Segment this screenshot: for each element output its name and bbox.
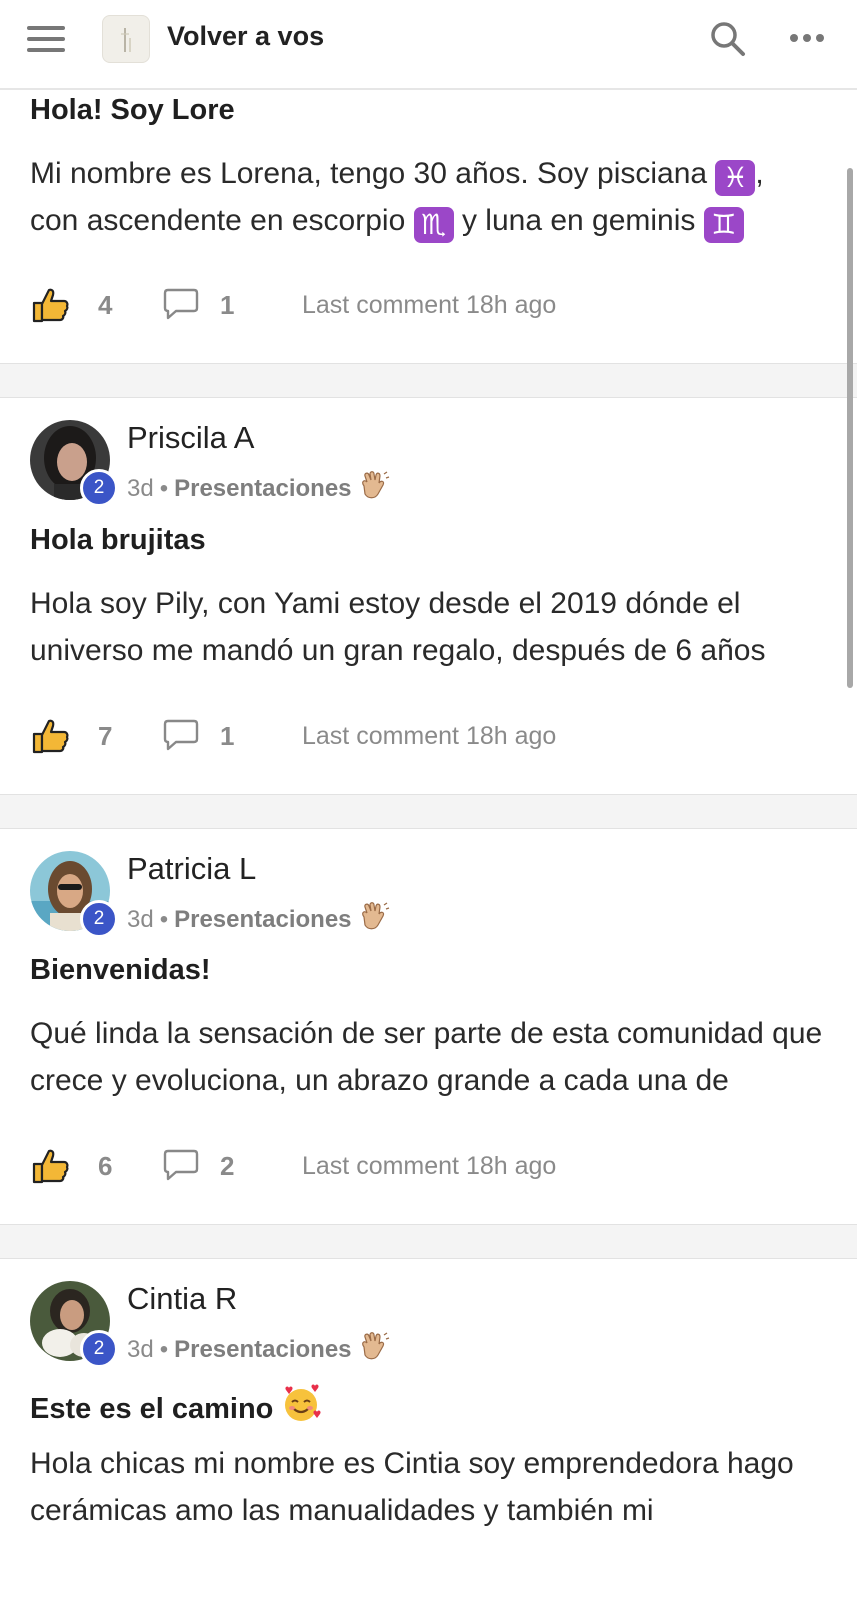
post-body-text: con ascendente en escorpio bbox=[30, 204, 414, 237]
post-title[interactable]: Bienvenidas! bbox=[30, 954, 211, 987]
last-comment-link[interactable]: Last comment 18h ago bbox=[302, 1152, 556, 1181]
comment-count: 1 bbox=[220, 290, 235, 320]
like-count: 4 bbox=[98, 290, 113, 320]
comment-count: 1 bbox=[220, 721, 235, 751]
post-card[interactable]: 2 Cintia R 3d • Presentaciones Este es el … bbox=[0, 1259, 857, 1600]
like-icon[interactable] bbox=[30, 285, 70, 325]
gemini-emoji-icon: ♊ bbox=[703, 207, 744, 243]
waving-hand-icon bbox=[358, 901, 390, 938]
level-badge: 2 bbox=[80, 469, 118, 507]
post-body-text: Mi nombre es Lorena, tengo 30 años. Soy … bbox=[30, 157, 716, 190]
post-body[interactable]: Hola chicas mi nombre es Cintia soy empr… bbox=[30, 1440, 840, 1534]
post-title[interactable]: Hola brujitas bbox=[30, 524, 206, 557]
post-actions: 6 2 Last comment 18h ago bbox=[0, 1146, 857, 1194]
author-avatar[interactable]: 2 bbox=[30, 420, 118, 507]
post-time: 3d bbox=[127, 475, 154, 502]
meta-separator: • bbox=[159, 475, 169, 502]
post-time: 3d bbox=[127, 1336, 154, 1363]
post-meta: 3d • Presentaciones bbox=[127, 470, 390, 507]
like-count: 6 bbox=[98, 1151, 113, 1181]
post-actions: 4 1 Last comment 18h ago bbox=[0, 285, 857, 333]
author-name[interactable]: Priscila A bbox=[127, 420, 254, 456]
pisces-emoji-icon: ♓ bbox=[715, 160, 756, 196]
meta-separator: • bbox=[159, 1336, 169, 1363]
last-comment-link[interactable]: Last comment 18h ago bbox=[302, 722, 556, 751]
author-avatar[interactable]: 2 bbox=[30, 851, 118, 938]
meta-separator: • bbox=[159, 906, 169, 933]
post-card[interactable]: 2 Priscila A 3d • Presentaciones Hola bruj… bbox=[0, 398, 857, 794]
like-count: 7 bbox=[98, 721, 113, 751]
comment-count: 2 bbox=[220, 1151, 235, 1181]
post-card[interactable]: Hola! Soy Lore Mi nombre es Lorena, teng… bbox=[0, 90, 857, 363]
post-body-text: y luna en geminis bbox=[453, 204, 704, 237]
waving-hand-icon bbox=[358, 470, 390, 507]
community-logo[interactable] bbox=[102, 15, 150, 63]
more-options-icon[interactable] bbox=[790, 34, 826, 44]
wand-logo-icon bbox=[121, 28, 131, 52]
comment-icon[interactable] bbox=[162, 287, 200, 321]
waving-hand-icon bbox=[358, 1331, 390, 1368]
post-card[interactable]: 2 Patricia L 3d • Presentaciones Bienvenid… bbox=[0, 829, 857, 1224]
post-body[interactable]: Qué linda la sensación de ser parte de e… bbox=[30, 1010, 840, 1104]
level-badge: 2 bbox=[80, 1330, 118, 1368]
scorpio-emoji-icon: ♏ bbox=[413, 207, 454, 243]
post-body[interactable]: Hola soy Pily, con Yami estoy desde el 2… bbox=[30, 580, 840, 674]
author-avatar[interactable]: 2 bbox=[30, 1281, 118, 1368]
post-separator bbox=[0, 1224, 857, 1259]
comment-icon[interactable] bbox=[162, 718, 200, 752]
post-title[interactable]: Hola! Soy Lore bbox=[30, 94, 235, 127]
last-comment-link[interactable]: Last comment 18h ago bbox=[302, 291, 556, 320]
post-body[interactable]: Mi nombre es Lorena, tengo 30 años. Soy … bbox=[30, 150, 840, 244]
community-title[interactable]: Volver a vos bbox=[167, 21, 324, 52]
space-link[interactable]: Presentaciones bbox=[174, 906, 351, 933]
search-icon[interactable] bbox=[708, 19, 748, 59]
post-title[interactable]: Este es el camino bbox=[30, 1384, 321, 1432]
smiling-face-with-hearts-icon bbox=[281, 1384, 321, 1432]
author-name[interactable]: Cintia R bbox=[127, 1281, 237, 1317]
post-title-text: Este es el camino bbox=[30, 1393, 274, 1425]
top-app-bar: Volver a vos bbox=[0, 0, 857, 90]
post-separator bbox=[0, 794, 857, 829]
scrollbar[interactable] bbox=[847, 168, 853, 688]
hamburger-menu-icon[interactable] bbox=[27, 26, 65, 52]
like-icon[interactable] bbox=[30, 716, 70, 756]
post-separator bbox=[0, 363, 857, 398]
level-badge: 2 bbox=[80, 900, 118, 938]
post-meta: 3d • Presentaciones bbox=[127, 901, 390, 938]
author-name[interactable]: Patricia L bbox=[127, 851, 256, 887]
post-time: 3d bbox=[127, 906, 154, 933]
comment-icon[interactable] bbox=[162, 1148, 200, 1182]
post-actions: 7 1 Last comment 18h ago bbox=[0, 716, 857, 764]
space-link[interactable]: Presentaciones bbox=[174, 475, 351, 502]
post-meta: 3d • Presentaciones bbox=[127, 1331, 390, 1368]
post-body-text: , bbox=[755, 157, 764, 190]
space-link[interactable]: Presentaciones bbox=[174, 1336, 351, 1363]
like-icon[interactable] bbox=[30, 1146, 70, 1186]
